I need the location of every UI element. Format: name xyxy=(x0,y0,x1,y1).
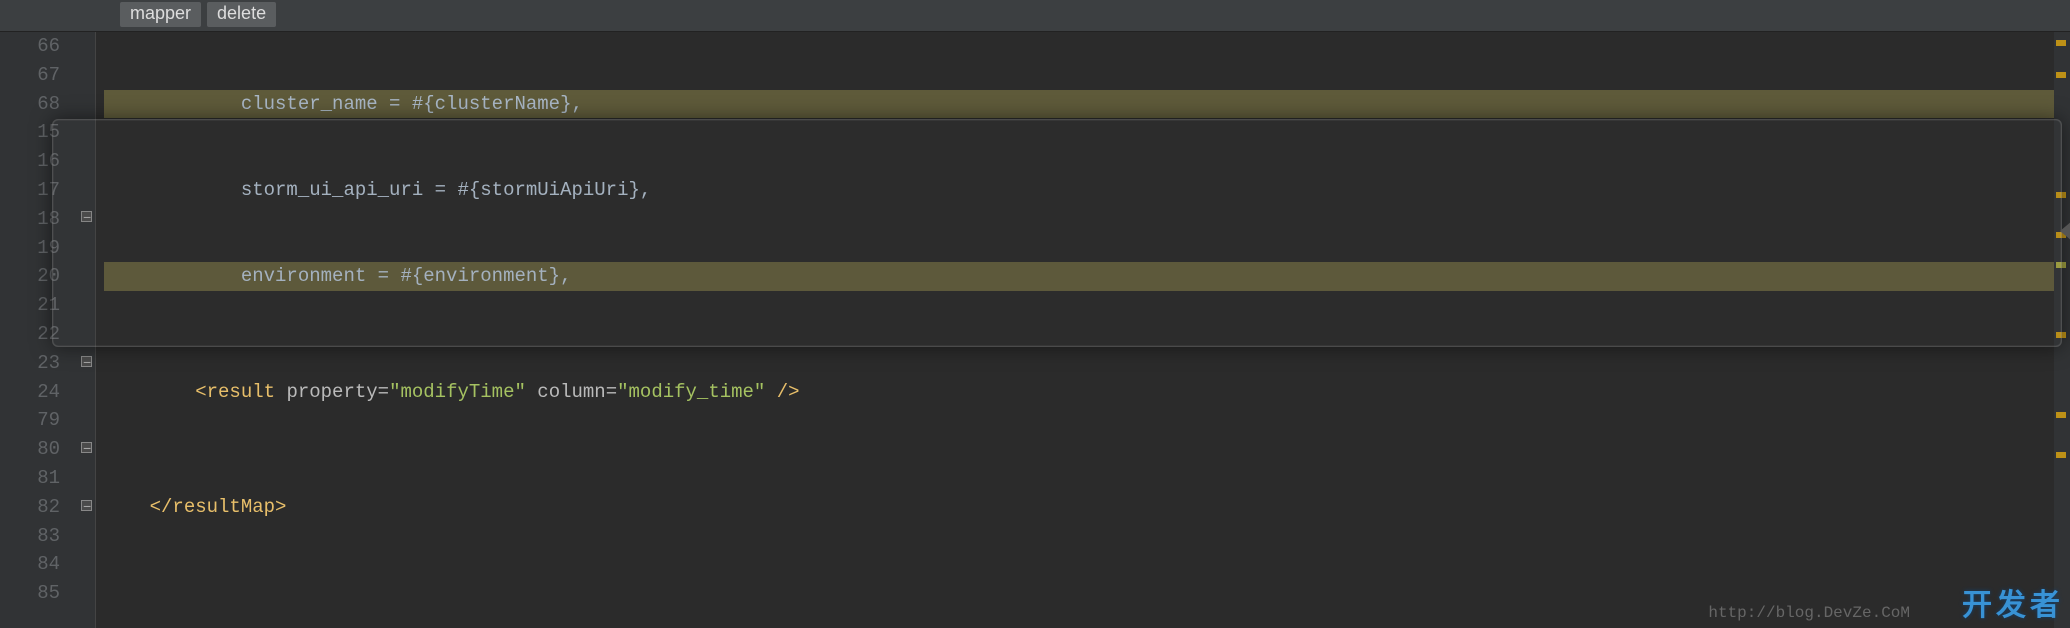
line-number: 16 xyxy=(0,147,60,176)
error-stripe[interactable] xyxy=(2054,32,2070,628)
watermark-url: http://blog.DevZe.CoM xyxy=(1708,604,1910,622)
breadcrumb-item[interactable]: delete xyxy=(207,2,276,27)
code-line[interactable]: </resultMap> xyxy=(104,493,2054,522)
line-number: 66 xyxy=(0,32,60,61)
fold-toggle-icon[interactable] xyxy=(81,442,92,453)
line-number: 82 xyxy=(0,493,60,522)
fold-toggle-icon[interactable] xyxy=(81,500,92,511)
line-number: 20 xyxy=(0,262,60,291)
line-number: 83 xyxy=(0,522,60,551)
warning-marker-icon[interactable] xyxy=(2056,262,2066,268)
warning-marker-icon[interactable] xyxy=(2056,40,2066,46)
line-number: 79 xyxy=(0,406,60,435)
line-number: 18 xyxy=(0,205,60,234)
code-editor[interactable]: 66 67 68 15 16 17 18 19 20 21 22 23 24 7… xyxy=(0,32,2070,628)
fold-column xyxy=(78,32,96,628)
line-number: 15 xyxy=(0,118,60,147)
watermark-logo: 开发者 xyxy=(1962,580,2064,624)
warning-marker-icon[interactable] xyxy=(2056,72,2066,78)
warning-marker-icon[interactable] xyxy=(2056,452,2066,458)
arrow-right-icon xyxy=(2060,221,2070,241)
code-line[interactable]: environment = #{environment}, xyxy=(104,262,2054,291)
line-number: 81 xyxy=(0,464,60,493)
line-number: 19 xyxy=(0,234,60,263)
code-line[interactable]: cluster_name = #{clusterName}, xyxy=(104,90,2054,119)
line-number: 23 xyxy=(0,349,60,378)
line-number: 85 xyxy=(0,579,60,608)
line-number: 17 xyxy=(0,176,60,205)
fold-toggle-icon[interactable] xyxy=(81,356,92,367)
line-number: 24 xyxy=(0,378,60,407)
line-number: 21 xyxy=(0,291,60,320)
line-number: 84 xyxy=(0,550,60,579)
fold-toggle-icon[interactable] xyxy=(81,211,92,222)
line-number: 22 xyxy=(0,320,60,349)
warning-marker-icon[interactable] xyxy=(2056,332,2066,338)
warning-marker-icon[interactable] xyxy=(2056,412,2066,418)
line-number: 67 xyxy=(0,61,60,90)
code-line[interactable]: <result property="modifyTime" column="mo… xyxy=(104,378,2054,407)
code-area[interactable]: cluster_name = #{clusterName}, storm_ui_… xyxy=(96,32,2054,628)
line-number-gutter: 66 67 68 15 16 17 18 19 20 21 22 23 24 7… xyxy=(0,32,78,628)
line-number: 68 xyxy=(0,90,60,119)
warning-marker-icon[interactable] xyxy=(2056,192,2066,198)
breadcrumb-item[interactable]: mapper xyxy=(120,2,201,27)
breadcrumb: mapper delete xyxy=(0,0,2070,32)
line-number: 80 xyxy=(0,435,60,464)
code-line[interactable]: storm_ui_api_uri = #{stormUiApiUri}, xyxy=(104,176,2054,205)
